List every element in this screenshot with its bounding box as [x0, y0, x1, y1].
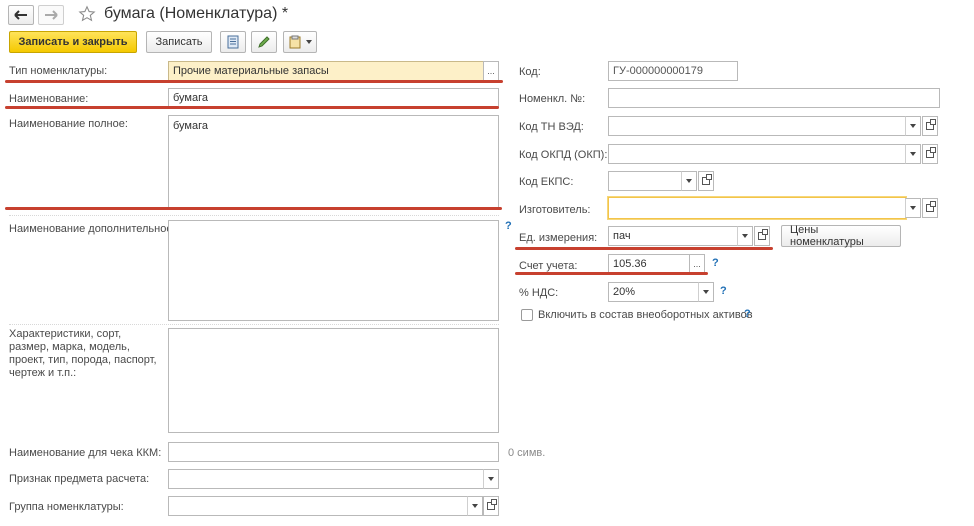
open-icon: [926, 147, 936, 158]
chevron-down-icon: [910, 124, 916, 128]
ekps-dropdown[interactable]: [681, 171, 697, 191]
noncurrent-assets-checkbox[interactable]: [521, 309, 533, 321]
manufacturer-dropdown[interactable]: [905, 198, 921, 218]
chevron-down-icon: [306, 40, 312, 44]
code-label: Код:: [519, 66, 541, 78]
type-select-button[interactable]: ...: [483, 61, 499, 81]
type-field[interactable]: Прочие материальные запасы: [168, 61, 484, 81]
manufacturer-label: Изготовитель:: [519, 204, 591, 216]
payment-subject-dropdown[interactable]: [483, 469, 499, 489]
vat-dropdown[interactable]: [698, 282, 714, 302]
save-button[interactable]: Записать: [146, 31, 212, 53]
separator: [9, 324, 499, 325]
chevron-down-icon: [742, 234, 748, 238]
prices-button[interactable]: Цены номенклатуры: [781, 224, 901, 248]
annotation-underline-full-name: [5, 207, 502, 210]
okpd-label: Код ОКПД (ОКП):: [519, 149, 608, 161]
full-name-field[interactable]: бумага: [168, 115, 499, 208]
arrow-right-icon: [45, 10, 58, 20]
account-select-button[interactable]: ...: [689, 254, 705, 274]
chevron-down-icon: [488, 477, 494, 481]
characteristics-field[interactable]: [168, 328, 499, 433]
payment-subject-field[interactable]: [168, 469, 484, 489]
manufacturer-field[interactable]: [608, 197, 906, 219]
ekps-label: Код ЕКПС:: [519, 176, 574, 188]
save-and-close-button[interactable]: Записать и закрыть: [9, 31, 137, 53]
name-field[interactable]: бумага: [168, 88, 499, 108]
type-label: Тип номенклатуры:: [9, 65, 108, 77]
account-help-icon[interactable]: ?: [712, 257, 719, 269]
additional-name-field[interactable]: [168, 220, 499, 321]
chevron-down-icon: [703, 290, 709, 294]
kkm-label: Наименование для чека ККМ:: [9, 447, 162, 459]
characteristics-label: Характеристики, сорт, размер, марка, мод…: [9, 328, 157, 379]
vat-field[interactable]: 20%: [608, 282, 699, 302]
unit-open-button[interactable]: [754, 226, 770, 246]
tn-ved-label: Код ТН ВЭД:: [519, 121, 584, 133]
unit-field[interactable]: пач: [608, 226, 738, 246]
additional-name-help-icon[interactable]: ?: [505, 220, 512, 232]
manufacturer-open-button[interactable]: [922, 198, 938, 218]
back-button[interactable]: [8, 5, 34, 25]
star-icon[interactable]: [78, 5, 96, 23]
unit-label: Ед. измерения:: [519, 232, 598, 244]
unit-dropdown[interactable]: [737, 226, 753, 246]
kkm-field[interactable]: [168, 442, 499, 462]
document-icon: [227, 35, 239, 49]
clipboard-icon: [289, 35, 301, 49]
okpd-dropdown[interactable]: [905, 144, 921, 164]
tn-ved-field[interactable]: [608, 116, 906, 136]
ekps-open-button[interactable]: [698, 171, 714, 191]
open-icon: [702, 174, 712, 185]
payment-subject-label: Признак предмета расчета:: [9, 473, 150, 485]
open-icon: [487, 499, 497, 510]
group-label: Группа номенклатуры:: [9, 501, 124, 513]
forward-button[interactable]: [38, 5, 64, 25]
vat-help-icon[interactable]: ?: [720, 285, 727, 297]
annotation-underline-name: [5, 106, 499, 109]
full-name-label: Наименование полное:: [9, 118, 128, 130]
group-open-button[interactable]: [483, 496, 499, 516]
group-dropdown[interactable]: [467, 496, 483, 516]
code-field[interactable]: ГУ-000000000179: [608, 61, 738, 81]
ekps-field[interactable]: [608, 171, 682, 191]
open-icon: [926, 201, 936, 212]
additional-name-label: Наименование дополнительное:: [9, 223, 176, 235]
open-icon: [926, 119, 936, 130]
report-button[interactable]: [220, 31, 246, 53]
okpd-field[interactable]: [608, 144, 906, 164]
chevron-down-icon: [686, 179, 692, 183]
annotation-underline-account: [515, 272, 708, 275]
vat-label: % НДС:: [519, 287, 559, 299]
chevron-down-icon: [910, 206, 916, 210]
okpd-open-button[interactable]: [922, 144, 938, 164]
pen-icon: [258, 36, 270, 48]
open-icon: [758, 229, 768, 240]
group-field[interactable]: [168, 496, 468, 516]
name-label: Наименование:: [9, 93, 89, 105]
account-label: Счет учета:: [519, 260, 578, 272]
chevron-down-icon: [472, 504, 478, 508]
noncurrent-assets-label: Включить в состав внеоборотных активов: [538, 309, 753, 321]
noncurrent-help-icon[interactable]: ?: [744, 308, 751, 320]
nomencl-no-label: Номенкл. №:: [519, 93, 586, 105]
account-field[interactable]: 105.36: [608, 254, 690, 274]
tn-ved-open-button[interactable]: [922, 116, 938, 136]
nomencl-no-field[interactable]: [608, 88, 940, 108]
window-title: бумага (Номенклатура) *: [104, 5, 289, 22]
arrow-left-icon: [14, 10, 27, 20]
annotation-underline-unit: [515, 247, 773, 250]
kkm-counter: 0 симв.: [508, 447, 546, 459]
chevron-down-icon: [910, 152, 916, 156]
separator: [9, 215, 499, 216]
tn-ved-dropdown[interactable]: [905, 116, 921, 136]
more-actions-button[interactable]: [283, 31, 317, 53]
annotation-underline-type: [5, 80, 503, 83]
edit-button[interactable]: [251, 31, 277, 53]
